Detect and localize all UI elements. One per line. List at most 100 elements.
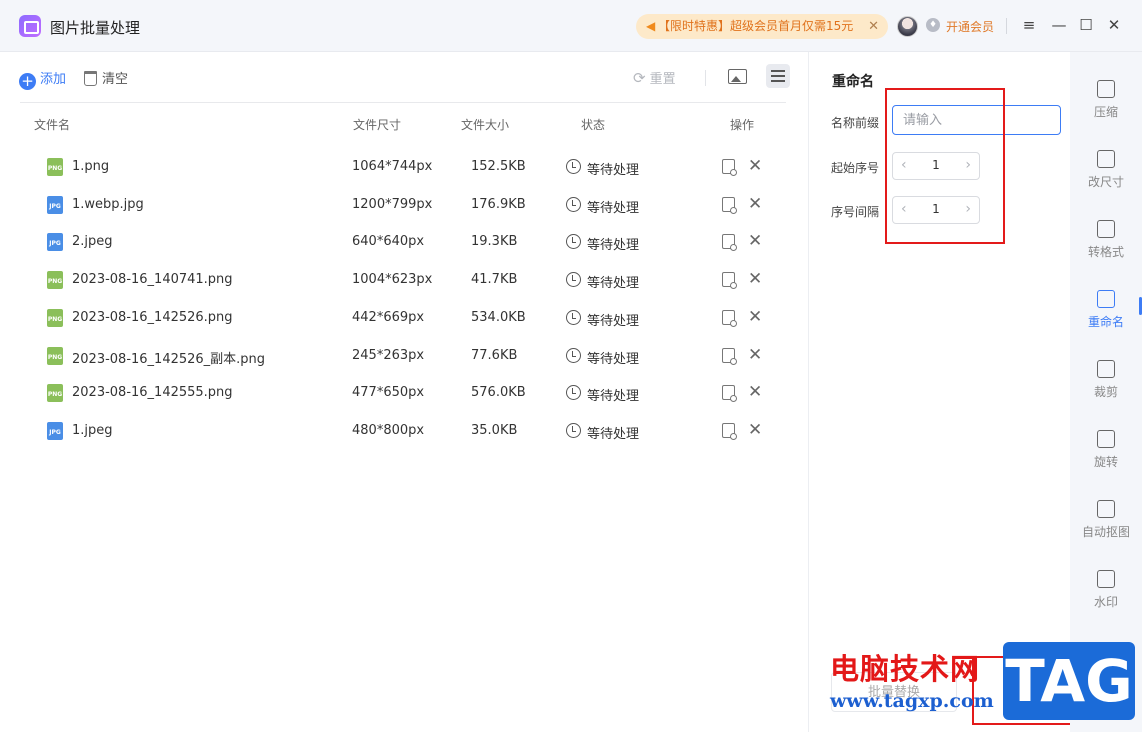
minimize-button[interactable]: — <box>1049 15 1069 35</box>
file-size: 576.0KB <box>471 385 526 401</box>
remove-icon[interactable]: ✕ <box>748 307 762 327</box>
file-status: 等待处理 <box>587 389 640 405</box>
open-vip-link[interactable]: 开通会员 <box>946 18 994 35</box>
remove-icon[interactable]: ✕ <box>748 382 762 402</box>
rotate-icon <box>1097 430 1115 448</box>
reset-button[interactable]: ⟳ 重置 <box>633 68 676 87</box>
plus-icon: + <box>19 73 36 90</box>
remove-icon[interactable]: ✕ <box>748 345 762 365</box>
sidenav-item-watermark[interactable]: 水印 <box>1070 570 1142 630</box>
sidenav-item-cutout[interactable]: 自动抠图 <box>1070 500 1142 560</box>
crop-icon <box>1097 360 1115 378</box>
convert-icon <box>1097 220 1115 238</box>
add-label: 添加 <box>40 72 67 87</box>
table-row[interactable]: PNG 2023-08-16_142526_副本.png 245*263px 77.6… <box>20 337 786 375</box>
clear-button[interactable]: 清空 <box>84 68 128 87</box>
remove-icon[interactable]: ✕ <box>748 420 762 440</box>
file-size: 77.6KB <box>471 347 518 363</box>
remove-icon[interactable]: ✕ <box>748 269 762 289</box>
clock-icon <box>566 309 581 325</box>
file-status: 等待处理 <box>587 313 640 329</box>
table-row[interactable]: JPG 1.webp.jpg 1200*799px 176.9KB 等待处理 ✕ <box>20 186 786 224</box>
sidenav-item-rotate[interactable]: 旋转 <box>1070 430 1142 490</box>
file-type-icon: JPG <box>47 195 63 214</box>
file-status: 等待处理 <box>587 200 640 216</box>
file-type-icon: PNG <box>47 384 63 403</box>
rename-icon <box>1097 290 1115 308</box>
file-status: 等待处理 <box>587 276 640 292</box>
cutout-icon <box>1097 500 1115 518</box>
trash-icon <box>84 71 97 86</box>
preview-icon[interactable] <box>722 309 737 327</box>
table-row[interactable]: PNG 1.png 1064*744px 152.5KB 等待处理 ✕ <box>20 148 786 186</box>
header-status: 状态 <box>581 118 606 132</box>
clock-icon <box>566 196 581 212</box>
avatar[interactable] <box>897 16 918 37</box>
file-name: 2023-08-16_142526_副本.png <box>72 351 266 367</box>
preview-icon[interactable] <box>722 385 737 403</box>
preview-icon[interactable] <box>722 422 737 440</box>
prefix-label: 名称前缀 <box>831 116 880 130</box>
file-status: 等待处理 <box>587 351 640 367</box>
file-dimensions: 1200*799px <box>352 196 433 212</box>
promo-close-icon[interactable]: ✕ <box>868 14 879 39</box>
sidenav-item-crop[interactable]: 裁剪 <box>1070 360 1142 420</box>
app-title: 图片批量处理 <box>50 19 141 37</box>
sidenav-item-resize[interactable]: 改尺寸 <box>1070 150 1142 210</box>
table-row[interactable]: JPG 1.jpeg 480*800px 35.0KB 等待处理 ✕ <box>20 412 786 450</box>
resize-icon <box>1097 150 1115 168</box>
file-name: 1.jpeg <box>72 422 113 438</box>
clock-icon <box>566 422 581 438</box>
toolbar-divider <box>705 70 706 86</box>
remove-icon[interactable]: ✕ <box>748 194 762 214</box>
sidenav-item-rename[interactable]: 重命名 <box>1070 290 1142 350</box>
file-type-icon: JPG <box>47 421 63 440</box>
clock-icon <box>566 272 581 288</box>
file-type-icon: PNG <box>47 271 63 290</box>
sidenav-label: 自动抠图 <box>1081 525 1130 539</box>
file-type-icon: PNG <box>47 158 63 176</box>
preview-icon[interactable] <box>722 347 737 365</box>
clock-icon <box>566 234 581 250</box>
clock-icon <box>566 347 581 363</box>
sidenav-label: 水印 <box>1093 595 1118 609</box>
file-dimensions: 640*640px <box>352 234 425 250</box>
promo-banner[interactable]: ◀ 【限时特惠】超级会员首月仅需15元 ✕ <box>636 14 888 39</box>
file-size: 176.9KB <box>471 196 526 212</box>
file-size: 41.7KB <box>471 272 518 288</box>
maximize-button[interactable]: ☐ <box>1076 15 1096 35</box>
preview-icon[interactable] <box>722 272 737 290</box>
file-type-icon: JPG <box>47 233 63 252</box>
table-divider <box>20 102 786 103</box>
file-dimensions: 245*263px <box>352 347 425 363</box>
menu-icon[interactable]: ≡ <box>1019 15 1039 35</box>
sidenav-label: 转格式 <box>1087 245 1124 259</box>
sidenav-label: 裁剪 <box>1093 385 1118 399</box>
sidenav-label: 重命名 <box>1087 315 1124 329</box>
file-type-icon: PNG <box>47 346 63 365</box>
file-dimensions: 442*669px <box>352 309 425 325</box>
annotation-box <box>885 88 1005 244</box>
remove-icon[interactable]: ✕ <box>748 231 762 251</box>
table-row[interactable]: JPG 2.jpeg 640*640px 19.3KB 等待处理 ✕ <box>20 223 786 261</box>
image-view-icon[interactable] <box>728 69 747 84</box>
table-row[interactable]: PNG 2023-08-16_142555.png 477*650px 576.0KB… <box>20 374 786 412</box>
file-type-icon: PNG <box>47 308 63 327</box>
file-dimensions: 1004*623px <box>352 272 433 288</box>
preview-icon[interactable] <box>722 234 737 252</box>
close-button[interactable]: ✕ <box>1104 15 1124 35</box>
preview-icon[interactable] <box>722 196 737 214</box>
file-dimensions: 477*650px <box>352 385 425 401</box>
remove-icon[interactable]: ✕ <box>748 156 762 176</box>
app-logo-icon <box>19 15 41 37</box>
sidenav-item-compress[interactable]: 压缩 <box>1070 80 1142 140</box>
sidenav-item-convert[interactable]: 转格式 <box>1070 220 1142 280</box>
preview-icon[interactable] <box>722 159 737 176</box>
add-button[interactable]: + 添加 <box>19 68 66 90</box>
table-row[interactable]: PNG 2023-08-16_140741.png 1004*623px 41.7KB… <box>20 261 786 299</box>
promo-text: 【限时特惠】超级会员首月仅需15元 <box>658 19 854 33</box>
vip-icon: ♦ <box>926 18 940 32</box>
table-row[interactable]: PNG 2023-08-16_142526.png 442*669px 534.0KB… <box>20 299 786 337</box>
list-view-icon[interactable] <box>766 64 790 88</box>
file-list-panel: + 添加 清空 ⟳ 重置 文件名 文件尺寸 文件大小 状态 操作 PNG 1.png 1… <box>0 52 808 732</box>
